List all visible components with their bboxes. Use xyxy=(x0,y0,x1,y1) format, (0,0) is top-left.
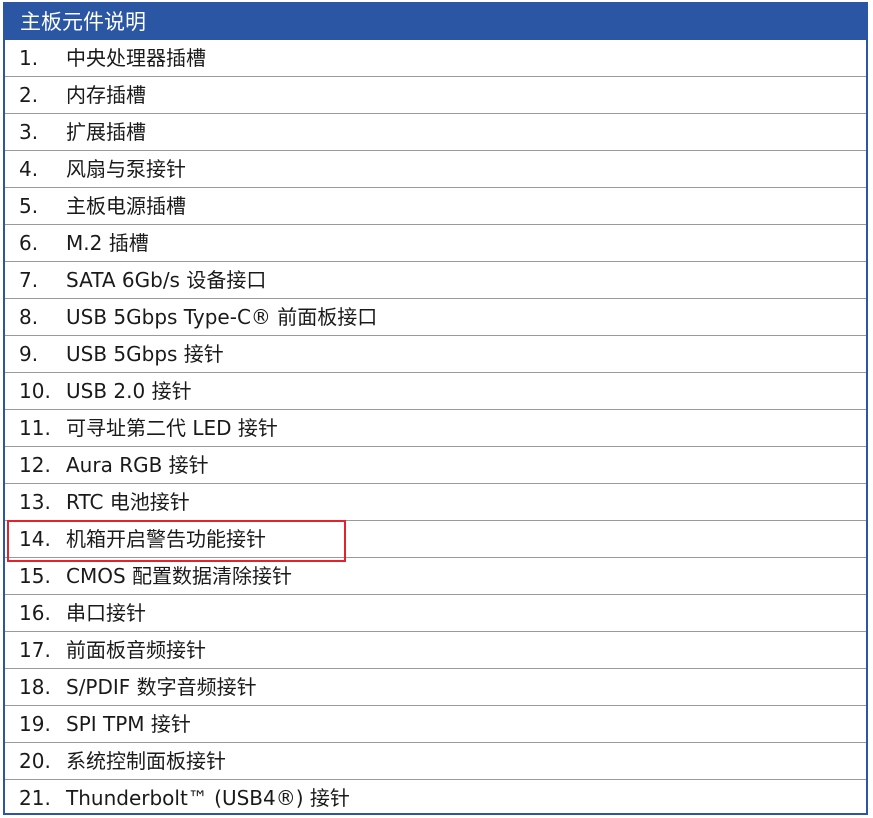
item-number: 2. xyxy=(19,83,39,107)
item-label: CMOS 配置数据清除接针 xyxy=(66,564,293,588)
item-label: 主板电源插槽 xyxy=(66,194,186,218)
item-label: RTC 电池接针 xyxy=(66,490,190,514)
item-label: 风扇与泵接针 xyxy=(66,157,186,181)
component-list: 1. 中央处理器插槽 2. 内存插槽 3. 扩展插槽 4. 风扇与泵接针 5. 主板电源插… xyxy=(5,40,866,817)
table-row: 4. 风扇与泵接针 xyxy=(5,151,866,188)
item-number: 9. xyxy=(19,342,39,366)
table-row: 3. 扩展插槽 xyxy=(5,114,866,151)
item-label: 系统控制面板接针 xyxy=(66,749,226,773)
item-label: SPI TPM 接针 xyxy=(66,712,191,736)
item-label: 内存插槽 xyxy=(66,83,146,107)
item-number: 21. xyxy=(19,786,51,810)
item-number: 17. xyxy=(19,638,51,662)
item-label: 前面板音频接针 xyxy=(66,638,206,662)
table-row: 20. 系统控制面板接针 xyxy=(5,743,866,780)
table-row: 19. SPI TPM 接针 xyxy=(5,706,866,743)
item-number: 13. xyxy=(19,490,51,514)
table-row: 10. USB 2.0 接针 xyxy=(5,373,866,410)
table-row: 16. 串口接针 xyxy=(5,595,866,632)
table-row: 5. 主板电源插槽 xyxy=(5,188,866,225)
item-number: 5. xyxy=(19,194,39,218)
table-row: 7. SATA 6Gb/s 设备接口 xyxy=(5,262,866,299)
item-number: 20. xyxy=(19,749,51,773)
table-row: 1. 中央处理器插槽 xyxy=(5,40,866,77)
table-header: 主板元件说明 xyxy=(5,4,866,40)
table-row: 17. 前面板音频接针 xyxy=(5,632,866,669)
table-row: 21. Thunderbolt™ (USB4®) 接针 xyxy=(5,780,866,817)
item-label: M.2 插槽 xyxy=(66,231,149,255)
item-label: USB 5Gbps 接针 xyxy=(66,342,224,366)
item-number: 8. xyxy=(19,305,39,329)
components-table: 主板元件说明 1. 中央处理器插槽 2. 内存插槽 3. 扩展插槽 4. 风扇与泵接针 … xyxy=(3,2,868,815)
item-number: 14. xyxy=(19,527,51,551)
item-number: 10. xyxy=(19,379,51,403)
item-number: 15. xyxy=(19,564,51,588)
table-row: 8. USB 5Gbps Type-C® 前面板接口 xyxy=(5,299,866,336)
item-number: 12. xyxy=(19,453,51,477)
item-label: 可寻址第二代 LED 接针 xyxy=(66,416,278,440)
item-number: 18. xyxy=(19,675,51,699)
item-number: 7. xyxy=(19,268,39,292)
item-label: 中央处理器插槽 xyxy=(66,46,206,70)
item-number: 11. xyxy=(19,416,51,440)
item-label: Aura RGB 接针 xyxy=(66,453,209,477)
table-row: 15. CMOS 配置数据清除接针 xyxy=(5,558,866,595)
item-label: 机箱开启警告功能接针 xyxy=(66,527,266,551)
table-row: 9. USB 5Gbps 接针 xyxy=(5,336,866,373)
table-row: 13. RTC 电池接针 xyxy=(5,484,866,521)
item-number: 1. xyxy=(19,46,39,70)
item-number: 6. xyxy=(19,231,39,255)
table-row: 6. M.2 插槽 xyxy=(5,225,866,262)
item-number: 19. xyxy=(19,712,51,736)
item-label: USB 5Gbps Type-C® 前面板接口 xyxy=(66,305,378,329)
table-row: 2. 内存插槽 xyxy=(5,77,866,114)
item-number: 4. xyxy=(19,157,39,181)
item-number: 3. xyxy=(19,120,39,144)
item-label: 串口接针 xyxy=(66,601,146,625)
item-number: 16. xyxy=(19,601,51,625)
item-label: S/PDIF 数字音频接针 xyxy=(66,675,257,699)
table-row: 12. Aura RGB 接针 xyxy=(5,447,866,484)
table-row: 18. S/PDIF 数字音频接针 xyxy=(5,669,866,706)
item-label: Thunderbolt™ (USB4®) 接针 xyxy=(66,786,350,810)
item-label: SATA 6Gb/s 设备接口 xyxy=(66,268,267,292)
item-label: USB 2.0 接针 xyxy=(66,379,192,403)
item-label: 扩展插槽 xyxy=(66,120,146,144)
table-row-highlighted: 14. 机箱开启警告功能接针 xyxy=(5,521,866,558)
table-row: 11. 可寻址第二代 LED 接针 xyxy=(5,410,866,447)
